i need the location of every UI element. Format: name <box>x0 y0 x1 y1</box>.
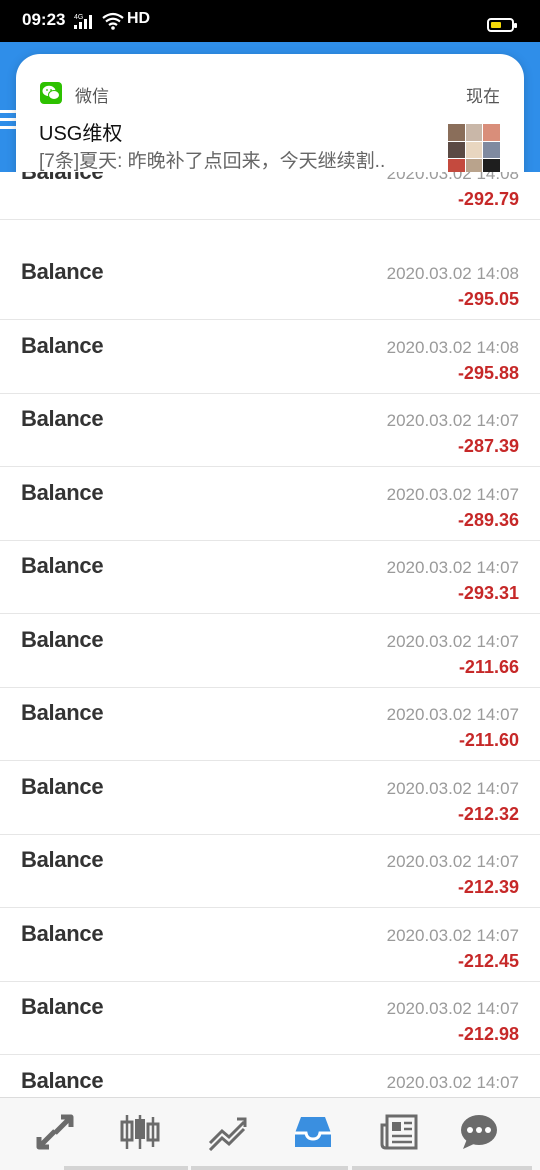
item-type: Balance <box>21 259 104 284</box>
news-icon <box>380 1114 418 1150</box>
item-type: Balance <box>21 1068 104 1093</box>
item-amount: -212.45 <box>457 951 519 971</box>
list-item[interactable]: Balance 2020.03.02 14:07 -212.32 <box>0 762 540 835</box>
chat-bubble-icon <box>461 1115 497 1149</box>
notification-time: 现在 <box>466 87 500 106</box>
item-amount: -287.39 <box>457 436 519 456</box>
list-item[interactable]: Balance 2020.03.02 14:07 -212.45 <box>0 909 540 982</box>
history-inbox-icon <box>295 1117 331 1147</box>
item-date: 2020.03.02 14:07 <box>386 705 519 724</box>
tab-indicator <box>64 1166 188 1170</box>
item-date: 2020.03.02 14:08 <box>386 338 519 357</box>
history-list[interactable]: Balance 2020.03.02 14:08 -292.79 Balance… <box>0 172 540 1097</box>
list-item[interactable]: Balance 2020.03.02 14:07 <box>0 1056 540 1097</box>
item-type: Balance <box>21 172 104 185</box>
item-amount: -212.32 <box>457 804 519 824</box>
item-type: Balance <box>21 627 104 652</box>
item-date: 2020.03.02 14:07 <box>386 632 519 651</box>
status-time: 09:23 <box>22 10 66 29</box>
candlestick-chart-icon <box>120 1115 160 1149</box>
item-type: Balance <box>21 406 104 431</box>
battery-icon <box>487 18 517 32</box>
item-amount: -212.98 <box>457 1024 519 1044</box>
list-item[interactable]: Balance 2020.03.02 14:07 -289.36 <box>0 468 540 541</box>
item-date: 2020.03.02 14:07 <box>386 926 519 945</box>
item-amount: -293.31 <box>457 583 519 603</box>
item-type: Balance <box>21 553 104 578</box>
tab-news[interactable] <box>377 1112 421 1152</box>
list-item[interactable]: Balance 2020.03.02 14:07 -212.39 <box>0 835 540 908</box>
cellular-signal-icon: 4G <box>74 12 98 35</box>
item-type: Balance <box>21 847 104 872</box>
tab-history[interactable] <box>291 1112 335 1152</box>
notification-app-name: 微信 <box>75 87 109 106</box>
item-amount: -289.36 <box>457 510 519 530</box>
item-type: Balance <box>21 333 104 358</box>
item-date: 2020.03.02 14:07 <box>386 852 519 871</box>
list-item[interactable]: Balance 2020.03.02 14:08 -292.79 <box>0 172 540 220</box>
item-date: 2020.03.02 14:07 <box>386 779 519 798</box>
tab-trade[interactable] <box>33 1112 77 1152</box>
notification-message: [7条]夏天: 昨晚补了点回来，今天继续割.. <box>39 151 386 172</box>
item-amount: -295.88 <box>457 363 519 383</box>
item-type: Balance <box>21 774 104 799</box>
tab-trade-history[interactable] <box>205 1112 249 1152</box>
item-type: Balance <box>21 994 104 1019</box>
item-amount: -212.39 <box>457 877 519 897</box>
list-item[interactable]: Balance 2020.03.02 14:07 -212.98 <box>0 982 540 1055</box>
group-avatar <box>448 124 500 176</box>
item-date: 2020.03.02 14:08 <box>386 172 519 183</box>
item-date: 2020.03.02 14:07 <box>386 411 519 430</box>
item-type: Balance <box>21 921 104 946</box>
trend-lines-icon <box>208 1117 247 1151</box>
status-bar: 09:23 4G HD <box>0 0 540 42</box>
item-date: 2020.03.02 14:07 <box>386 999 519 1018</box>
tab-chat[interactable] <box>457 1112 501 1152</box>
list-item[interactable]: Balance 2020.03.02 14:08 -295.05 <box>0 247 540 320</box>
bottom-tab-bar <box>0 1097 540 1170</box>
tab-indicator <box>352 1166 532 1170</box>
tab-chart[interactable] <box>118 1112 162 1152</box>
item-date: 2020.03.02 14:08 <box>386 264 519 283</box>
item-type: Balance <box>21 700 104 725</box>
list-item[interactable]: Balance 2020.03.02 14:07 -211.60 <box>0 688 540 761</box>
trade-arrows-icon <box>36 1114 74 1150</box>
tab-indicator <box>191 1166 348 1170</box>
item-date: 2020.03.02 14:07 <box>386 485 519 504</box>
wechat-icon <box>40 82 62 104</box>
hd-indicator: HD <box>127 10 151 27</box>
network-type: 4G <box>74 14 83 21</box>
list-item[interactable]: Balance 2020.03.02 14:07 -293.31 <box>0 541 540 614</box>
item-type: Balance <box>21 480 104 505</box>
item-amount: -292.79 <box>457 189 519 209</box>
item-amount: -211.60 <box>458 730 519 750</box>
item-amount: -211.66 <box>458 657 519 677</box>
item-amount: -295.05 <box>457 289 519 309</box>
list-item[interactable]: Balance 2020.03.02 14:07 -287.39 <box>0 394 540 467</box>
item-date: 2020.03.02 14:07 <box>386 558 519 577</box>
list-item[interactable]: Balance 2020.03.02 14:07 -211.66 <box>0 615 540 688</box>
notification-title: USG维权 <box>39 123 123 145</box>
item-date: 2020.03.02 14:07 <box>386 1073 519 1092</box>
list-item[interactable]: Balance 2020.03.02 14:08 -295.88 <box>0 321 540 394</box>
wifi-icon <box>102 12 124 35</box>
